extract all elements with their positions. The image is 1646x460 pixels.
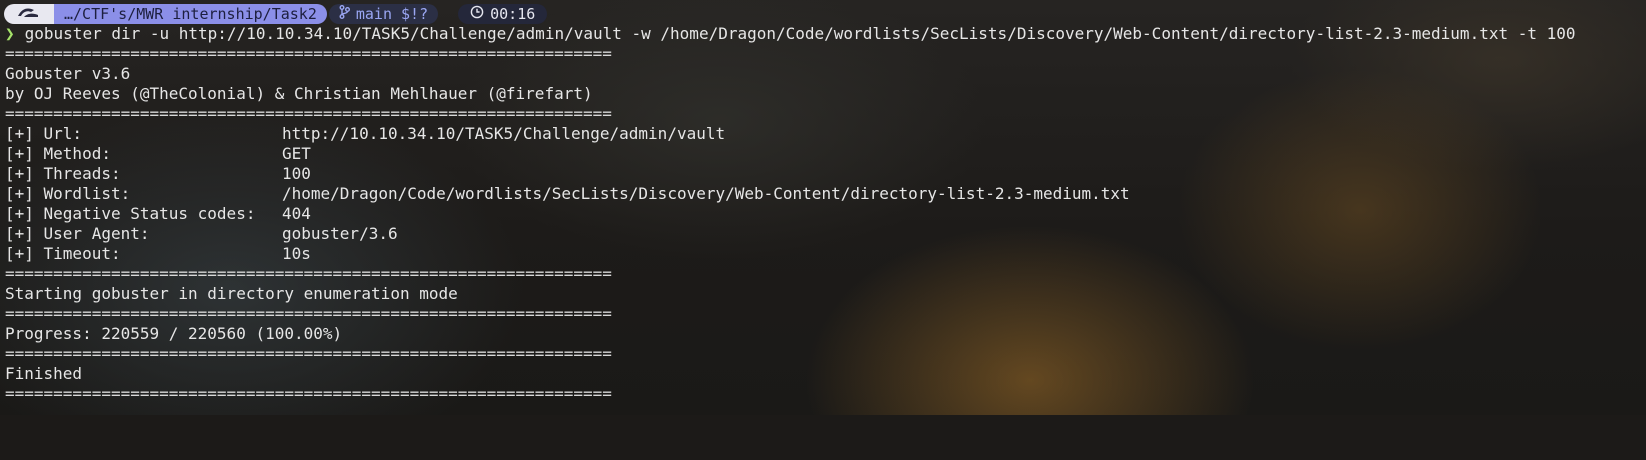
status-finished: Finished (5, 364, 83, 383)
separator-line: ========================================… (5, 44, 612, 63)
config-row-threads: [+] Threads: 100 (5, 164, 311, 184)
config-row-wordlist: [+] Wordlist: /home/Dragon/Code/wordlists… (5, 184, 1130, 204)
config-key: [+] Threads: (5, 164, 121, 183)
command-text: gobuster dir -u http://10.10.34.10/TASK5… (24, 24, 1576, 43)
config-key: [+] Wordlist: (5, 184, 131, 203)
config-row-url: [+] Url: http://10.10.34.10/TASK5/Challen… (5, 124, 725, 144)
config-row-method: [+] Method: GET (5, 144, 311, 164)
separator-line: ========================================… (5, 344, 612, 363)
separator-line: ========================================… (5, 264, 612, 283)
terminal-output[interactable]: ❯ gobuster dir -u http://10.10.34.10/TASK… (5, 0, 1646, 415)
config-value: gobuster/3.6 (282, 224, 398, 243)
separator-line: ========================================… (5, 384, 612, 403)
command-line: ❯ gobuster dir -u http://10.10.34.10/TASK… (5, 24, 1576, 44)
status-start: Starting gobuster in directory enumerati… (5, 284, 458, 303)
config-value: 10s (282, 244, 311, 263)
config-value: 404 (282, 204, 311, 223)
separator-line: ========================================… (5, 304, 612, 323)
config-value: GET (282, 144, 311, 163)
config-value: http://10.10.34.10/TASK5/Challenge/admin… (282, 124, 726, 143)
banner-authors: by OJ Reeves (@TheColonial) & Christian … (5, 84, 593, 103)
config-key: [+] Method: (5, 144, 111, 163)
config-value: 100 (282, 164, 311, 183)
config-key: [+] Url: (5, 124, 83, 143)
separator-line: ========================================… (5, 104, 612, 123)
banner-version: Gobuster v3.6 (5, 64, 131, 83)
status-progress: Progress: 220559 / 220560 (100.00%) (5, 324, 343, 343)
config-key: [+] Negative Status codes: (5, 204, 256, 223)
config-row-timeout: [+] Timeout: 10s (5, 244, 311, 264)
prompt-chevron-icon: ❯ (5, 24, 15, 43)
config-row-negative-status: [+] Negative Status codes: 404 (5, 204, 311, 224)
config-key: [+] User Agent: (5, 224, 150, 243)
config-value: /home/Dragon/Code/wordlists/SecLists/Dis… (282, 184, 1130, 203)
config-key: [+] Timeout: (5, 244, 121, 263)
config-row-user-agent: [+] User Agent: gobuster/3.6 (5, 224, 398, 244)
